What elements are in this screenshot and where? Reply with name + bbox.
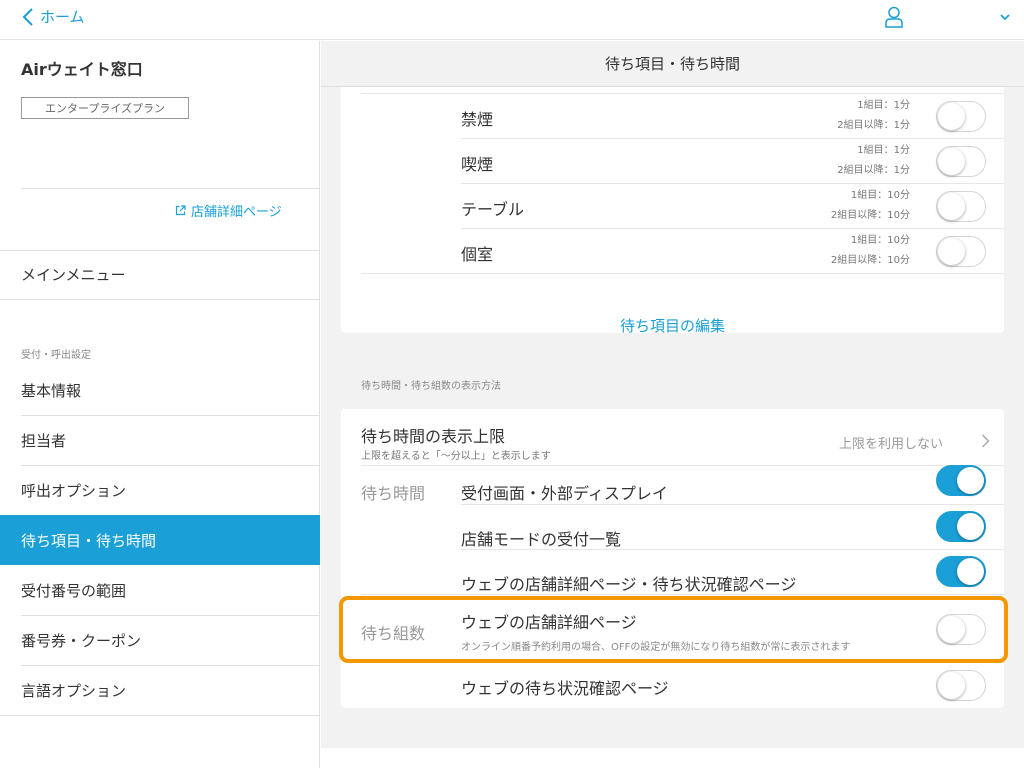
divider	[0, 715, 320, 716]
sidebar-item-label: 言語オプション	[21, 681, 127, 700]
toggle-knob	[957, 558, 984, 585]
wait-item-toggle[interactable]	[936, 101, 986, 132]
wait-item-toggle[interactable]	[936, 146, 986, 177]
divider	[461, 138, 1004, 139]
sidebar-item-label: 待ち項目・待ち時間	[21, 531, 157, 550]
sidebar-item-label: 番号券・クーポン	[21, 631, 142, 650]
top-bar: ホーム	[0, 0, 1024, 40]
toggle-knob	[938, 238, 965, 265]
wait-groups-row-label: ウェブの店舗詳細ページ	[461, 613, 637, 632]
display-limit-value[interactable]: 上限を利用しない	[839, 433, 943, 452]
sidebar-item-tickets-coupons[interactable]: 番号券・クーポン	[0, 615, 320, 665]
page-title: 待ち項目・待ち時間	[321, 41, 1024, 87]
chevron-left-icon	[22, 7, 33, 26]
toggle-knob	[938, 616, 965, 643]
toggle-knob	[938, 103, 965, 130]
chevron-down-icon[interactable]	[998, 10, 1012, 24]
wait-item-name: 個室	[461, 245, 494, 264]
wait-time-store-mode-toggle[interactable]	[936, 511, 986, 542]
divider	[361, 594, 1004, 595]
toggle-knob	[938, 148, 965, 175]
wait-item-times: 1組目：1分 2組目以降：1分	[837, 145, 910, 176]
toggle-knob	[938, 193, 965, 220]
divider	[0, 250, 320, 251]
wait-time-label: 待ち時間	[361, 484, 426, 503]
sidebar-item-label: 受付番号の範囲	[21, 581, 127, 600]
wait-groups-note: オンライン順番予約利用の場合、OFFの設定が無効になり待ち組数が常に表示されます	[461, 642, 851, 653]
wait-item-times: 1組目：1分 2組目以降：1分	[837, 100, 910, 131]
wait-time-row-label: ウェブの店舗詳細ページ・待ち状況確認ページ	[461, 575, 797, 594]
main-menu-link[interactable]: メインメニュー	[21, 264, 126, 285]
sidebar-item-staff[interactable]: 担当者	[0, 415, 320, 465]
divider	[461, 228, 1004, 229]
wait-item-toggle[interactable]	[936, 236, 986, 267]
divider	[361, 465, 1004, 466]
wait-groups-row-label: ウェブの待ち状況確認ページ	[461, 679, 669, 698]
sidebar-item-wait-items[interactable]: 待ち項目・待ち時間	[0, 515, 320, 565]
back-label: ホーム	[40, 8, 85, 26]
toggle-knob	[957, 513, 984, 540]
shop-detail-link-label: 店舗詳細ページ	[191, 205, 282, 220]
content-area: 待ち項目・待ち時間 禁煙 1組目：1分 2組目以降：1分 喫煙 1組目：1分 2組目…	[321, 41, 1024, 748]
display-limit-title: 待ち時間の表示上限	[361, 427, 506, 446]
display-settings-card: 待ち時間の表示上限 上限を超えると「〜分以上」と表示します 上限を利用しない 待…	[341, 409, 1004, 708]
wait-time-web-toggle[interactable]	[936, 556, 986, 587]
sidebar-item-number-range[interactable]: 受付番号の範囲	[0, 565, 320, 615]
divider	[461, 549, 1004, 550]
wait-item-times: 1組目：10分 2組目以降：10分	[830, 190, 910, 221]
wait-item-name: テーブル	[461, 200, 525, 219]
chevron-right-icon	[981, 434, 990, 448]
wait-item-toggle[interactable]	[936, 191, 986, 222]
divider	[0, 299, 320, 300]
display-section-label: 待ち時間・待ち組数の表示方法	[361, 381, 501, 392]
user-icon[interactable]	[884, 6, 904, 28]
display-limit-subtitle: 上限を超えると「〜分以上」と表示します	[361, 451, 551, 462]
plan-badge: エンタープライズプラン	[21, 97, 189, 119]
edit-wait-items-link[interactable]: 待ち項目の編集	[341, 315, 1004, 336]
wait-time-row-label: 受付画面・外部ディスプレイ	[461, 484, 668, 503]
divider	[461, 504, 1004, 505]
sidebar-item-call-options[interactable]: 呼出オプション	[0, 465, 320, 515]
wait-item-name: 喫煙	[461, 155, 494, 174]
wait-item-times: 1組目：10分 2組目以降：10分	[830, 235, 910, 266]
wait-groups-status-page-toggle[interactable]	[936, 670, 986, 701]
wait-item-name: 禁煙	[461, 110, 494, 129]
sidebar-item-label: 担当者	[21, 431, 67, 450]
wait-groups-label: 待ち組数	[361, 624, 426, 643]
back-to-home-button[interactable]: ホーム	[22, 6, 85, 27]
section-label: 受付・呼出設定	[21, 350, 91, 361]
wait-time-row-label: 店舗モードの受付一覧	[461, 530, 622, 549]
wait-items-card: 禁煙 1組目：1分 2組目以降：1分 喫煙 1組目：1分 2組目以降：1分 テーブル…	[341, 51, 1004, 336]
toggle-knob	[938, 672, 965, 699]
wait-groups-web-detail-toggle[interactable]	[936, 614, 986, 645]
sidebar-item-basic-info[interactable]: 基本情報	[0, 365, 320, 415]
sidebar-item-label: 基本情報	[21, 381, 82, 400]
divider	[461, 662, 1004, 663]
divider	[361, 93, 1004, 94]
divider	[361, 273, 1004, 274]
sidebar-item-language[interactable]: 言語オプション	[0, 665, 320, 715]
shop-name: Airウェイト窓口	[21, 60, 143, 79]
sidebar: Airウェイト窓口 エンタープライズプラン 店舗詳細ページ メインメニュー 受付…	[0, 41, 320, 768]
shop-detail-link[interactable]: 店舗詳細ページ	[175, 201, 282, 220]
divider	[461, 183, 1004, 184]
external-link-icon	[175, 205, 186, 216]
toggle-knob	[957, 467, 984, 494]
sidebar-item-label: 呼出オプション	[21, 481, 127, 500]
divider	[21, 188, 320, 189]
wait-time-display-toggle[interactable]	[936, 465, 986, 496]
